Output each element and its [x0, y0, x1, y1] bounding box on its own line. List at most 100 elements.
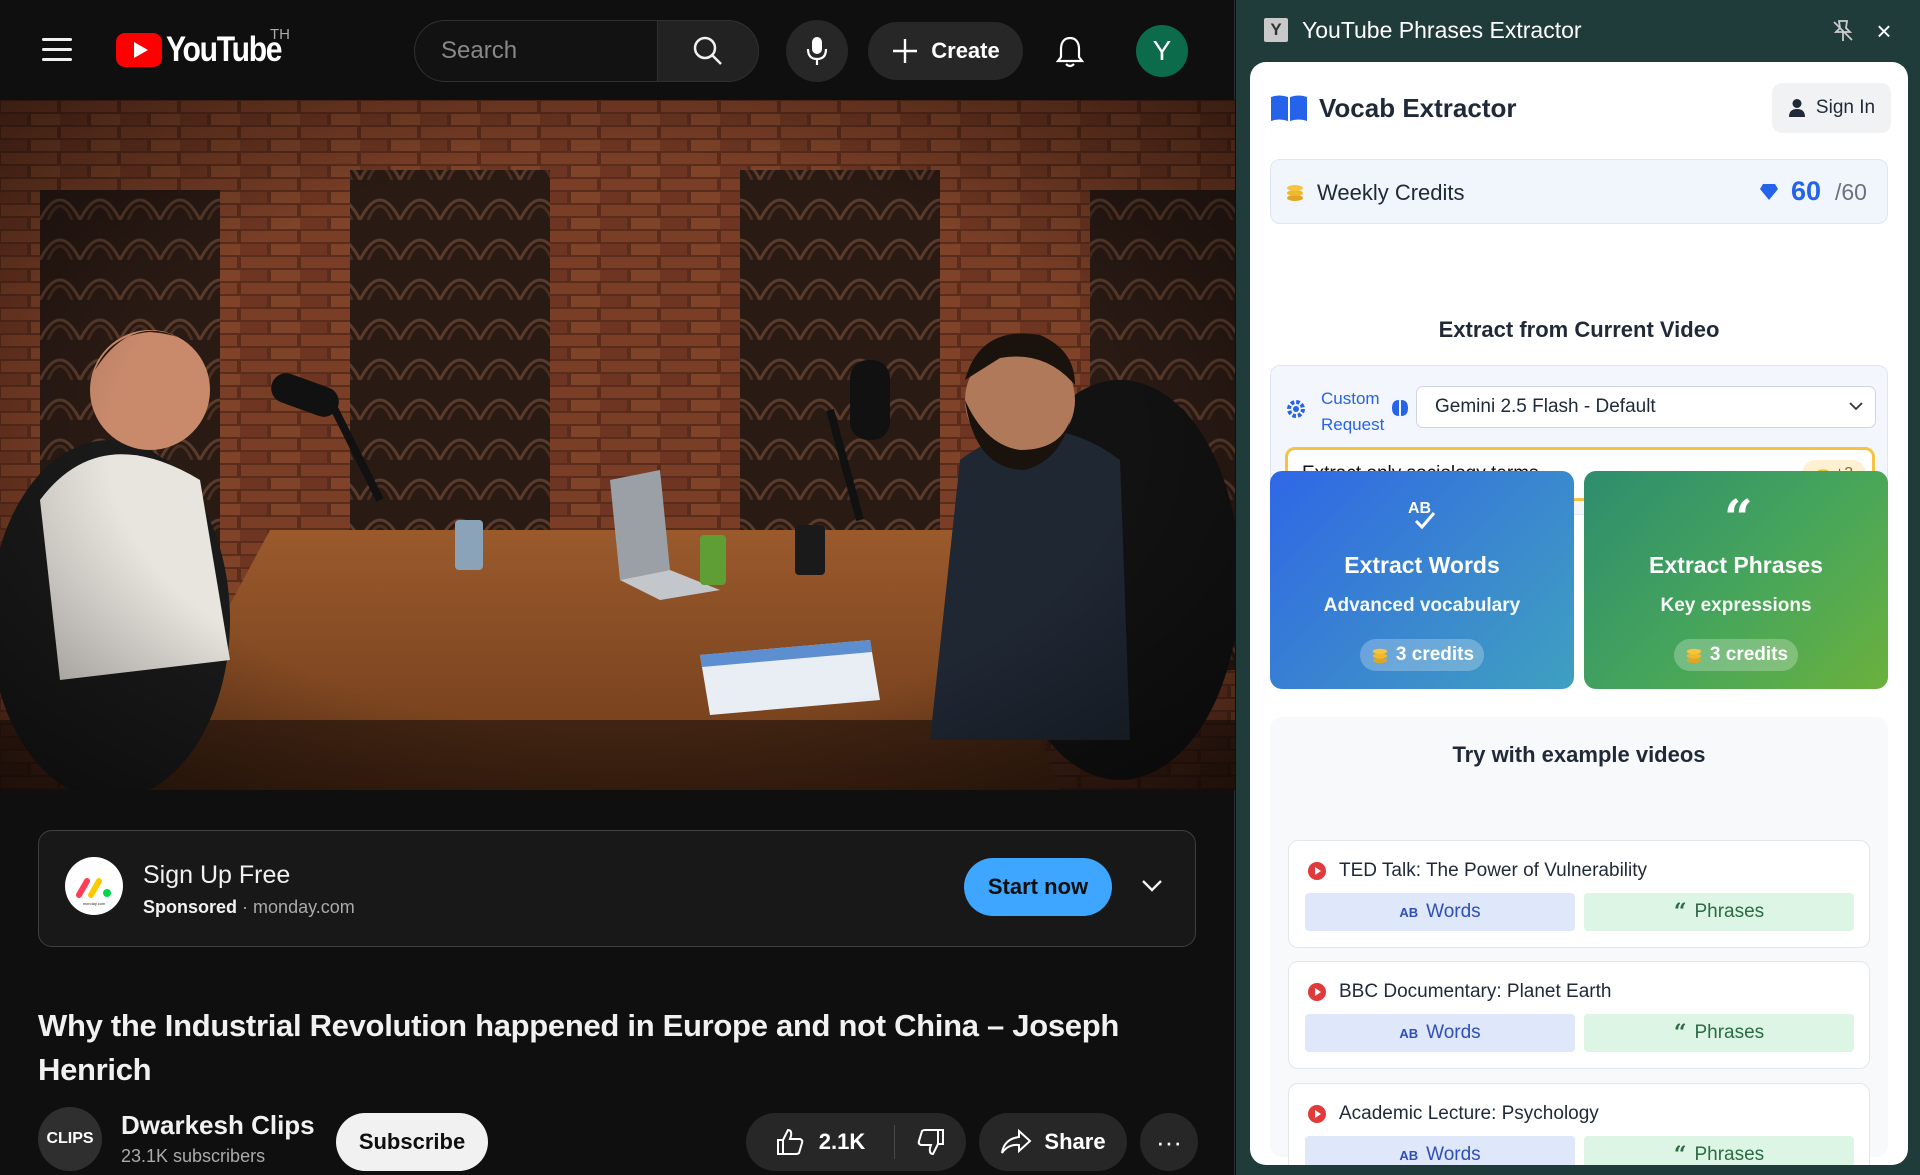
example-words-label: Words: [1426, 901, 1481, 922]
play-circle-icon: [1308, 1105, 1326, 1123]
extract-phrases-subtitle: Key expressions: [1660, 595, 1812, 616]
menu-icon[interactable]: [42, 38, 72, 62]
more-actions-button[interactable]: ···: [1140, 1113, 1198, 1171]
monday-logo-icon: monday.com: [76, 878, 111, 906]
coins-icon: [1372, 648, 1388, 664]
examples-heading: Try with example videos: [1452, 742, 1706, 767]
example-phrases-label: Phrases: [1694, 1022, 1765, 1043]
video-frame: [0, 100, 1235, 790]
monday-logo-caption: monday.com: [83, 901, 106, 906]
sponsored-ad-card[interactable]: monday.com Sign Up Free Sponsored · mond…: [38, 830, 1196, 947]
extract-phrases-title: Extract Phrases: [1649, 552, 1823, 578]
custom-request-label[interactable]: Custom Request: [1321, 386, 1384, 438]
video-title: Why the Industrial Revolution happened i…: [38, 1008, 1119, 1087]
diamond-icon: [1760, 184, 1778, 200]
pin-icon: [1833, 20, 1853, 41]
chevron-down-icon: [1849, 402, 1863, 411]
example-phrases-button[interactable]: “ Phrases: [1584, 1136, 1854, 1165]
search-button[interactable]: [657, 20, 759, 82]
youtube-pane: YouTube TH Create Y: [0, 0, 1235, 1175]
ab-icon: AB: [1399, 1025, 1419, 1041]
chevron-down-icon: [1142, 880, 1162, 892]
thumbs-up-icon: [776, 1128, 803, 1155]
notifications-button[interactable]: [1048, 30, 1092, 74]
example-phrases-button[interactable]: “ Phrases: [1584, 1014, 1854, 1052]
youtube-wordmark: YouTube: [166, 30, 283, 69]
channel-subscriber-count: 23.1K subscribers: [121, 1146, 266, 1166]
like-button[interactable]: 2.1K: [746, 1113, 894, 1171]
vocab-extractor-card: Vocab Extractor Sign In Weekly Credits 6…: [1250, 62, 1908, 1165]
credits-remaining: 60: [1791, 176, 1822, 206]
example-phrases-label: Phrases: [1694, 1144, 1765, 1165]
ad-expand-button[interactable]: [1137, 871, 1167, 901]
ad-separator: ·: [242, 897, 249, 917]
voice-search-button[interactable]: [786, 20, 848, 82]
search-input[interactable]: [415, 21, 657, 81]
example-words-label: Words: [1426, 1022, 1481, 1043]
pin-button[interactable]: [1830, 18, 1856, 44]
extractor-header: Vocab Extractor Sign In: [1250, 62, 1908, 154]
user-icon: [1788, 99, 1805, 117]
ad-domain: monday.com: [253, 897, 355, 917]
extract-words-subtitle: Advanced vocabulary: [1323, 595, 1521, 616]
video-player[interactable]: [0, 100, 1235, 790]
extension-app-icon: Y: [1264, 18, 1288, 42]
close-button[interactable]: ×: [1870, 17, 1898, 45]
weekly-credits-panel: Weekly Credits 60 /60: [1270, 159, 1888, 224]
example-video-item: BBC Documentary: Planet Earth AB Words “ P…: [1288, 961, 1870, 1069]
monday-logo: monday.com: [65, 857, 123, 915]
ab-icon: AB: [1399, 1147, 1419, 1163]
credits-max: /60: [1835, 179, 1867, 205]
model-select[interactable]: Gemini 2.5 Flash - Default: [1416, 386, 1876, 428]
example-phrases-button[interactable]: “ Phrases: [1584, 893, 1854, 931]
masthead: YouTube TH Create Y: [0, 0, 1235, 100]
extract-section-heading: Extract from Current Video: [1438, 317, 1720, 342]
dislike-button[interactable]: [895, 1113, 966, 1171]
example-words-label: Words: [1426, 1144, 1481, 1165]
extract-phrases-credits: 3 credits: [1709, 644, 1789, 665]
country-code: TH: [270, 26, 290, 43]
share-button[interactable]: Share: [979, 1113, 1127, 1171]
quote-icon: “: [1584, 495, 1888, 531]
example-words-button[interactable]: AB Words: [1305, 893, 1575, 931]
extract-words-title: Extract Words: [1344, 552, 1500, 578]
svg-text:AB: AB: [1408, 500, 1431, 517]
coins-icon: [1686, 648, 1702, 664]
example-video-title: BBC Documentary: Planet Earth: [1339, 981, 1612, 1002]
play-circle-icon: [1308, 862, 1326, 880]
channel-avatar[interactable]: CLIPS: [38, 1107, 102, 1171]
example-words-button[interactable]: AB Words: [1305, 1136, 1575, 1165]
channel-name[interactable]: Dwarkesh Clips: [121, 1110, 315, 1141]
youtube-logo[interactable]: YouTube TH: [116, 26, 300, 69]
extract-words-credits: 3 credits: [1395, 644, 1475, 665]
extension-titlebar: Y YouTube Phrases Extractor ×: [1236, 0, 1920, 62]
account-avatar[interactable]: Y: [1136, 25, 1188, 77]
create-button[interactable]: Create: [868, 22, 1023, 80]
start-now-button[interactable]: Start now: [964, 858, 1112, 916]
quote-icon: “: [1673, 899, 1687, 925]
create-label: Create: [931, 38, 1000, 63]
gear-icon[interactable]: [1285, 398, 1307, 420]
search-icon: [693, 36, 722, 65]
extract-phrases-button[interactable]: “ Extract Phrases Key expressions 3 cred…: [1584, 471, 1888, 689]
brain-icon: [1392, 400, 1408, 416]
quote-icon: “: [1673, 1142, 1687, 1165]
plus-icon: [893, 39, 918, 63]
ad-title[interactable]: Sign Up Free: [143, 861, 290, 890]
play-circle-icon: [1308, 983, 1326, 1001]
example-words-button[interactable]: AB Words: [1305, 1014, 1575, 1052]
extension-window-title: YouTube Phrases Extractor: [1302, 17, 1582, 43]
extractor-title: Vocab Extractor: [1319, 93, 1517, 123]
ab-icon: AB: [1399, 904, 1419, 920]
share-label: Share: [1044, 1129, 1106, 1154]
extract-words-button[interactable]: AB Extract Words Advanced vocabulary 3 c…: [1270, 471, 1574, 689]
thumbs-down-icon: [917, 1129, 944, 1156]
sign-in-label: Sign In: [1815, 97, 1876, 118]
example-videos-section: Try with example videos TED Talk: The Po…: [1270, 717, 1888, 1165]
sign-in-button[interactable]: Sign In: [1772, 83, 1891, 133]
coins-icon: [1287, 185, 1303, 201]
model-selected-value: Gemini 2.5 Flash - Default: [1435, 396, 1656, 417]
share-icon: [1001, 1129, 1032, 1154]
microphone-icon: [806, 37, 828, 65]
subscribe-button[interactable]: Subscribe: [336, 1113, 488, 1171]
